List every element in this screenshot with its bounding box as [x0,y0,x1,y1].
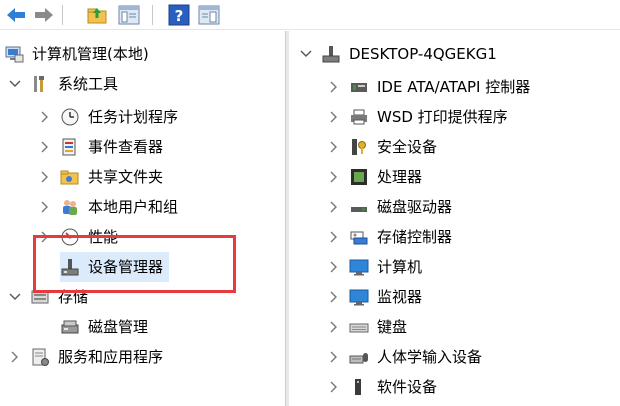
tree-label: 磁盘管理 [88,318,149,336]
chevron-right-icon[interactable] [327,320,341,334]
tree-item-shared-folders[interactable]: 共享文件夹 [38,162,163,192]
device-category[interactable]: 处理器 [327,162,422,192]
tree-label: 计算机 [377,258,423,276]
tree-label: 服务和应用程序 [58,348,164,366]
security-key-icon [349,137,369,157]
tree-item-services-apps[interactable]: 服务和应用程序 [8,342,163,372]
device-category[interactable]: 磁盘驱动器 [327,192,452,222]
shared-folder-icon [60,167,80,187]
tree-item-system-tools[interactable]: 系统工具 [8,69,118,99]
tree-label: 本地用户和组 [88,198,179,216]
chevron-right-icon[interactable] [38,110,52,124]
tree-label: 处理器 [377,168,423,186]
left-tree-pane: 计算机管理(本地) 系统工具 任务计划程序 事件查看器 共享文件夹 本地用户和组… [0,31,285,406]
disk-drive-icon [349,197,369,217]
tree-label: 系统工具 [58,75,119,93]
keyboard-icon [349,317,369,337]
chevron-right-icon[interactable] [327,200,341,214]
users-icon [60,197,80,217]
tree-item-disk-management[interactable]: 磁盘管理 [60,312,148,342]
device-category[interactable]: 计算机 [327,252,422,282]
tree-label: 共享文件夹 [88,168,164,186]
tree-label: 安全设备 [377,138,438,156]
clock-icon [60,107,80,127]
services-icon [30,347,50,367]
tree-item-event-viewer[interactable]: 事件查看器 [38,132,163,162]
tree-label: DESKTOP-4QGEKG1 [349,45,497,63]
tree-item-computer-management[interactable]: 计算机管理(本地) [4,39,149,69]
computer-monitor-icon [349,257,369,277]
tree-label: 事件查看器 [88,138,164,156]
back-arrow-icon[interactable] [6,4,26,26]
chevron-right-icon[interactable] [38,200,52,214]
chevron-right-icon[interactable] [327,350,341,364]
storage-controller-icon [349,227,369,247]
hid-device-icon [349,347,369,367]
tree-label: WSD 打印提供程序 [377,108,508,126]
tree-item-task-scheduler[interactable]: 任务计划程序 [38,102,178,132]
printer-icon [349,107,369,127]
tree-label: 任务计划程序 [88,108,179,126]
show-tree-icon[interactable] [118,4,140,26]
chevron-right-icon[interactable] [327,380,341,394]
folder-up-icon[interactable] [86,4,108,26]
tree-item-computer-node[interactable]: DESKTOP-4QGEKG1 [299,39,497,69]
properties-pane-icon[interactable] [198,4,220,26]
ide-controller-icon [349,77,369,97]
chevron-right-icon[interactable] [327,290,341,304]
disk-management-icon [60,317,80,337]
device-category[interactable]: 存储控制器 [327,222,452,252]
tree-label: IDE ATA/ATAPI 控制器 [377,78,531,96]
computer-management-icon [4,44,24,64]
device-category[interactable]: 键盘 [327,312,407,342]
chevron-down-icon[interactable] [8,77,22,91]
tree-label: 监视器 [377,288,423,306]
device-category[interactable]: WSD 打印提供程序 [327,102,508,132]
chevron-down-icon[interactable] [299,47,313,61]
svg-text:?: ? [175,7,184,25]
software-device-icon [349,377,369,397]
tree-item-local-users[interactable]: 本地用户和组 [38,192,178,222]
tree-label: 键盘 [377,318,408,336]
event-log-icon [60,137,80,157]
highlight-annotation-box [33,235,236,293]
monitor-icon [349,287,369,307]
chevron-right-icon[interactable] [327,260,341,274]
toolbar: ? [0,0,620,30]
help-icon[interactable]: ? [168,4,190,26]
tree-label: 存储控制器 [377,228,453,246]
chevron-right-icon[interactable] [327,110,341,124]
chevron-right-icon[interactable] [38,140,52,154]
tools-icon [30,74,50,94]
tree-label: 软件设备 [377,378,438,396]
chevron-right-icon[interactable] [327,230,341,244]
chevron-right-icon[interactable] [327,140,341,154]
device-category[interactable]: 软件设备 [327,372,437,402]
device-category[interactable]: 人体学输入设备 [327,342,482,372]
chevron-right-icon[interactable] [327,80,341,94]
tree-label: 计算机管理(本地) [32,45,149,63]
tree-label: 磁盘驱动器 [377,198,453,216]
forward-arrow-icon[interactable] [34,4,54,26]
chevron-right-icon[interactable] [38,170,52,184]
tree-label: 人体学输入设备 [377,348,483,366]
device-category[interactable]: 监视器 [327,282,422,312]
processor-icon [349,167,369,187]
chevron-down-icon[interactable] [8,290,22,304]
right-device-pane: DESKTOP-4QGEKG1 IDE ATA/ATAPI 控制器 WSD 打印… [289,31,620,406]
chevron-right-icon[interactable] [327,170,341,184]
device-category[interactable]: IDE ATA/ATAPI 控制器 [327,72,530,102]
chevron-right-icon[interactable] [8,350,22,364]
device-category[interactable]: 安全设备 [327,132,437,162]
device-manager-icon [321,44,341,64]
